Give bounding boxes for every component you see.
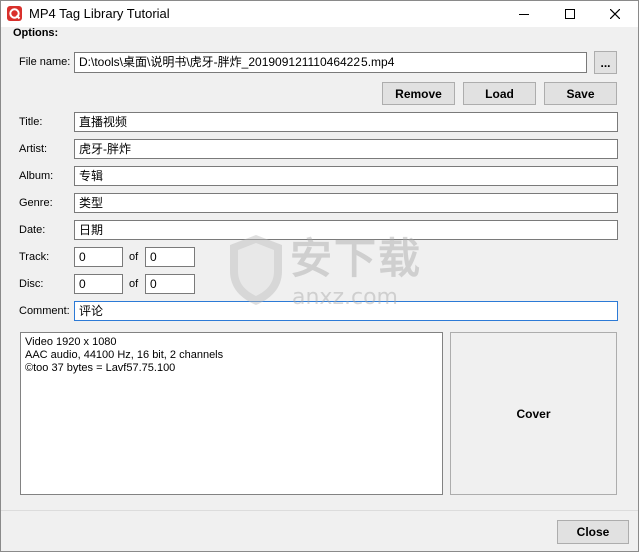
shield-icon — [230, 235, 282, 305]
date-label: Date: — [19, 224, 46, 236]
options-label: Options: — [13, 27, 59, 39]
info-line: Video 1920 x 1080 — [25, 336, 117, 348]
minimize-button[interactable] — [501, 1, 547, 27]
disc-total-field[interactable]: 0 — [145, 274, 195, 294]
load-button[interactable]: Load — [463, 82, 536, 105]
track-total-field[interactable]: 0 — [145, 247, 195, 267]
title-field[interactable]: 直播视频 — [74, 112, 618, 132]
browse-button[interactable]: ... — [594, 51, 617, 74]
remove-button[interactable]: Remove — [382, 82, 455, 105]
disc-of-label: of — [129, 278, 139, 290]
maximize-icon — [565, 9, 575, 19]
disc-label: Disc: — [19, 278, 44, 290]
title-bar[interactable]: MP4 Tag Library Tutorial — [1, 1, 638, 27]
album-field[interactable]: 专辑 — [74, 166, 618, 186]
watermark: 安下载 anxz.com — [226, 233, 436, 317]
album-label: Album: — [19, 170, 54, 182]
file-name-label: File name: — [19, 56, 71, 68]
info-line: AAC audio, 44100 Hz, 16 bit, 2 channels — [25, 349, 224, 361]
media-info-box[interactable]: Video 1920 x 1080 AAC audio, 44100 Hz, 1… — [20, 332, 443, 495]
genre-field[interactable]: 类型 — [74, 193, 618, 213]
close-window-button[interactable] — [592, 1, 638, 27]
save-button[interactable]: Save — [544, 82, 617, 105]
track-number-field[interactable]: 0 — [74, 247, 123, 267]
app-icon — [7, 6, 22, 21]
divider — [1, 510, 638, 511]
title-label: Title: — [19, 116, 43, 128]
cover-art-button[interactable]: Cover — [450, 332, 617, 495]
close-button[interactable]: Close — [557, 520, 629, 544]
close-icon — [610, 9, 620, 19]
comment-label: Comment: — [19, 305, 70, 317]
disc-number-field[interactable]: 0 — [74, 274, 123, 294]
app-window: MP4 Tag Library Tutorial Options: File n… — [0, 0, 639, 552]
artist-field[interactable]: 虎牙-胖炸 — [74, 139, 618, 159]
track-of-label: of — [129, 251, 139, 263]
artist-label: Artist: — [19, 143, 48, 155]
genre-label: Genre: — [19, 197, 53, 209]
window-title: MP4 Tag Library Tutorial — [29, 6, 170, 21]
maximize-button[interactable] — [547, 1, 593, 27]
minimize-icon — [519, 14, 529, 15]
file-name-field[interactable]: D:\tools\桌面\说明书\虎牙-胖炸_20190912111046422 … — [74, 52, 587, 73]
info-line: ©too 37 bytes = Lavf57.75.100 — [25, 362, 176, 374]
watermark-subtext: anxz.com — [292, 285, 398, 310]
watermark-text: 安下载 — [290, 234, 423, 283]
track-label: Track: — [19, 251, 50, 263]
